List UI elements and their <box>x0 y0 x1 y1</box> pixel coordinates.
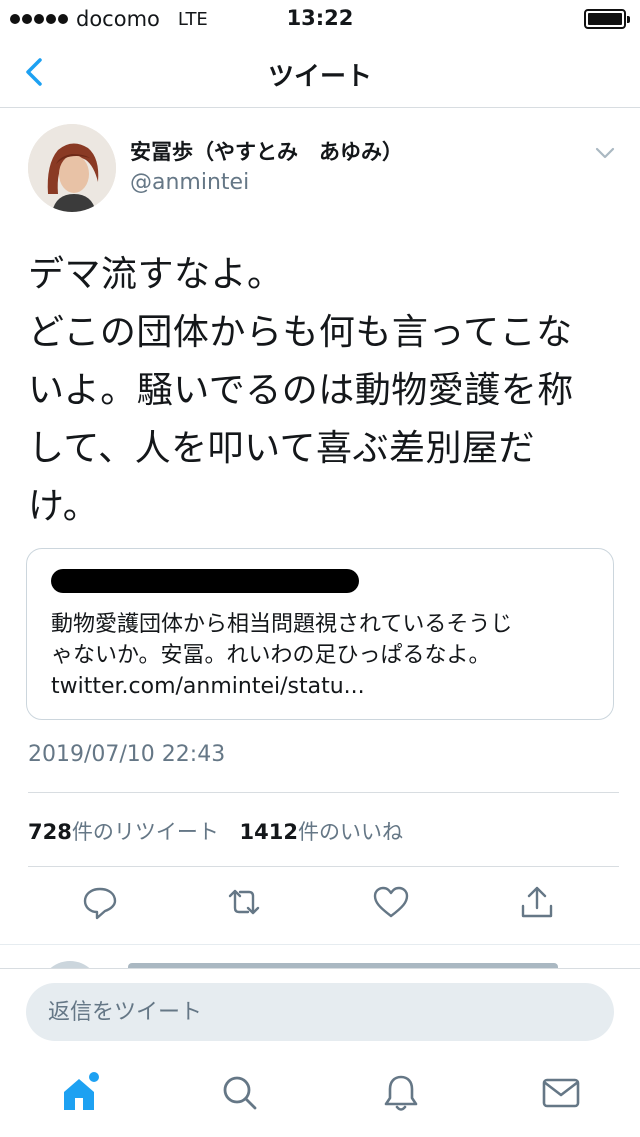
home-icon <box>64 1072 99 1110</box>
divider <box>28 792 619 793</box>
tweet-stats: 728件のリツイート 1412件のいいね <box>28 816 403 846</box>
search-icon <box>223 1076 257 1110</box>
page-title: ツイート <box>267 62 372 92</box>
user-handle[interactable]: @anmintei <box>130 170 249 195</box>
retweet-count-link[interactable]: 728件のリツイート <box>28 820 219 844</box>
tab-home[interactable] <box>58 1070 104 1116</box>
retweet-button[interactable] <box>222 880 266 924</box>
like-count: 1412 <box>239 820 298 844</box>
avatar[interactable] <box>28 124 116 212</box>
retweet-icon <box>228 889 260 915</box>
chevron-down-icon <box>595 147 615 159</box>
retweet-count: 728 <box>28 820 72 844</box>
more-options-button[interactable] <box>592 140 618 166</box>
status-bar: docomo LTE 13:22 <box>0 0 640 40</box>
reply-input[interactable] <box>26 983 614 1041</box>
avatar-image <box>28 124 116 212</box>
tab-search[interactable] <box>217 1070 263 1116</box>
reply-button[interactable] <box>78 880 122 924</box>
redacted-author <box>51 569 359 593</box>
quoted-tweet-card[interactable]: 動物愛護団体から相当問題視されているそうじ ゃないか。安冨。れいわの足ひっぱるな… <box>26 548 614 720</box>
like-button[interactable] <box>369 880 413 924</box>
battery-icon <box>584 9 630 29</box>
nav-bar: ツイート <box>0 40 640 108</box>
bell-icon <box>384 1075 418 1111</box>
divider <box>28 866 619 867</box>
status-time: 13:22 <box>286 6 354 30</box>
quoted-tweet-text: 動物愛護団体から相当問題視されているそうじ ゃないか。安冨。れいわの足ひっぱるな… <box>51 612 513 699</box>
like-count-link[interactable]: 1412件のいいね <box>240 820 403 844</box>
like-count-label: 件のいいね <box>297 820 403 844</box>
reply-icon <box>83 887 117 920</box>
display-name[interactable]: 安冨歩（やすとみ あゆみ） <box>130 136 403 166</box>
share-icon <box>521 886 553 918</box>
tab-bar <box>0 1048 640 1137</box>
tab-messages[interactable] <box>538 1070 584 1116</box>
retweet-count-label: 件のリツイート <box>71 820 219 844</box>
share-button[interactable] <box>515 880 559 924</box>
tweet-text: デマ流すなよ。 どこの団体からも何も言ってこな いよ。騒いでるのは動物愛護を称 … <box>28 254 574 527</box>
tab-notifications[interactable] <box>378 1070 424 1116</box>
tweet-timestamp: 2019/07/10 22:43 <box>28 742 226 767</box>
mail-icon <box>542 1078 580 1108</box>
heart-icon <box>373 886 409 918</box>
compose-bar <box>0 968 640 1048</box>
